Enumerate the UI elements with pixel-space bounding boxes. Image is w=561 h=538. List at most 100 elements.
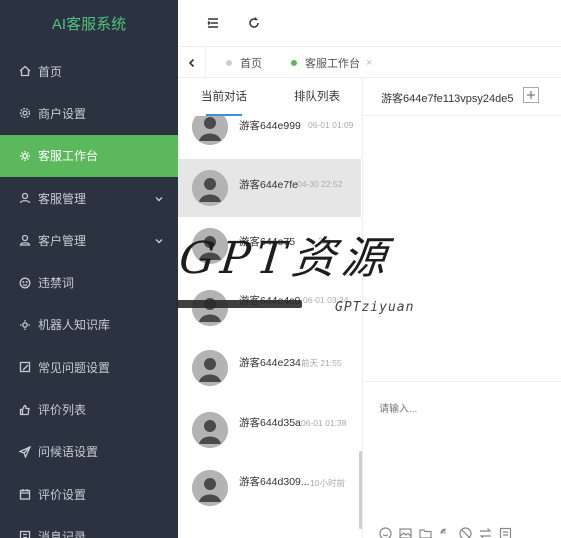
list-item[interactable]: 游客644e4c0 06-01 03:24 — [178, 279, 361, 337]
refresh-icon[interactable] — [245, 14, 263, 32]
chevron-down-icon — [154, 235, 164, 245]
conversation-panel: 当前对话 排队列表 游客644e999 06-01 01:09 游客644e7f… — [178, 78, 363, 538]
conversation-time: 10小时前 — [310, 478, 345, 488]
chat-messages — [363, 116, 561, 381]
sidebar-item-customer-management[interactable]: 客户管理 — [0, 219, 178, 261]
sidebar-item-label: 客户管理 — [38, 233, 87, 248]
sidebar-item-agent-management[interactable]: 客服管理 — [0, 177, 178, 219]
app-window: AI客服系统 首页 商户设置 客服工作台 客服管理 客户管理 违禁词 机器人知识… — [0, 0, 561, 538]
plus-icon — [527, 91, 535, 99]
conversation-scrollbar[interactable] — [359, 451, 362, 529]
settings-icon — [18, 106, 32, 120]
sidebar-item-message-records[interactable]: 消息记录 — [0, 515, 178, 538]
sidebar-item-label: 评价列表 — [38, 403, 87, 418]
sidebar-item-banned-words[interactable]: 违禁词 — [0, 261, 178, 303]
tab-status-dot — [291, 59, 297, 66]
faq-icon — [18, 360, 32, 374]
list-item[interactable]: 游客644d309... 10小时前 — [178, 459, 361, 517]
conversation-name: 游客644e4c0 — [239, 295, 301, 307]
avatar — [192, 470, 228, 506]
conversation-time: 06-01 01:38 — [301, 418, 347, 428]
sidebar-item-label: 消息记录 — [38, 529, 87, 538]
conversation-tabs: 当前对话 排队列表 — [178, 78, 362, 116]
sidebar-item-label: 评价设置 — [38, 487, 87, 502]
conversation-name: 游客644e75 — [239, 236, 296, 248]
tab-status-dot — [226, 59, 232, 66]
chat-toolbar — [379, 527, 513, 538]
avatar — [192, 350, 228, 386]
message-input[interactable] — [379, 400, 549, 500]
tab-workbench[interactable]: 客服工作台 × — [291, 47, 372, 78]
list-item[interactable]: 游客644d35a 06-01 01:38 — [178, 401, 361, 459]
tab-home[interactable]: 首页 — [226, 47, 262, 78]
conversation-time: 06-01 01:09 — [308, 120, 354, 130]
chevron-down-icon — [154, 193, 164, 203]
sidebar-item-home[interactable]: 首页 — [0, 50, 178, 92]
conversation-name: 游客644e999 — [239, 120, 301, 132]
add-button[interactable] — [523, 87, 539, 103]
thumbs-up-icon — [18, 403, 32, 417]
sidebar-menu: 首页 商户设置 客服工作台 客服管理 客户管理 违禁词 机器人知识库 常见问题设… — [0, 50, 178, 538]
list-item[interactable]: 游客644e234 前天 21:55 — [178, 339, 361, 397]
conversation-time: 前天 21:55 — [301, 358, 342, 368]
workbench-icon — [18, 149, 32, 163]
user-icon — [18, 191, 32, 205]
list-item[interactable]: 游客644e999 06-01 01:09 — [178, 116, 361, 156]
sidebar-item-review-settings[interactable]: 评价设置 — [0, 473, 178, 515]
tab-queue-list[interactable]: 排队列表 — [271, 78, 363, 116]
emoji-icon[interactable] — [379, 527, 393, 538]
voice-icon[interactable] — [439, 527, 453, 538]
sidebar-item-label: 常见问题设置 — [38, 360, 111, 375]
conversation-list: 游客644e999 06-01 01:09 游客644e7fe 04-30 22… — [178, 116, 363, 538]
note-icon[interactable] — [499, 527, 513, 538]
folder-icon[interactable] — [419, 527, 433, 538]
page-tabs-bar: 首页 客服工作台 × — [178, 47, 561, 78]
avatar — [192, 412, 228, 448]
sidebar-item-greeting-settings[interactable]: 问候语设置 — [0, 431, 178, 473]
conversation-time: 04-30 22:52 — [297, 179, 343, 189]
list-item[interactable]: 游客644e7fe 04-30 22:52 — [178, 159, 361, 217]
conversation-time: 06-01 03:24 — [303, 295, 349, 305]
smiley-icon — [18, 276, 32, 290]
sidebar-item-faq-settings[interactable]: 常见问题设置 — [0, 346, 178, 388]
brand-title: AI客服系统 — [51, 16, 127, 33]
list-item[interactable]: 游客644e75 22: — [178, 217, 361, 275]
chat-input-area — [363, 381, 561, 538]
tab-label: 客服工作台 — [305, 57, 360, 70]
sidebar-item-label: 机器人知识库 — [38, 318, 111, 333]
conversation-name: 游客644e234 — [239, 357, 301, 369]
chevron-left-icon — [188, 58, 194, 67]
sidebar-item-label: 客服管理 — [38, 191, 87, 206]
avatar — [192, 228, 228, 264]
sidebar-item-label: 客服工作台 — [38, 149, 99, 164]
avatar — [192, 116, 228, 145]
sidebar: AI客服系统 首页 商户设置 客服工作台 客服管理 客户管理 违禁词 机器人知识… — [0, 0, 178, 538]
sidebar-item-label: 商户设置 — [38, 106, 87, 121]
conversation-name: 游客644d309... — [239, 476, 310, 488]
close-icon[interactable]: × — [366, 57, 372, 69]
home-icon — [18, 64, 32, 78]
sidebar-item-label: 违禁词 — [38, 276, 75, 291]
sidebar-item-robot-knowledge[interactable]: 机器人知识库 — [0, 304, 178, 346]
menu-fold-icon[interactable] — [204, 14, 222, 32]
sidebar-item-label: 问候语设置 — [38, 445, 99, 460]
robot-icon — [18, 318, 32, 332]
avatar — [192, 290, 228, 326]
tabs-scroll-left-button[interactable] — [178, 47, 206, 78]
sidebar-item-workbench[interactable]: 客服工作台 — [0, 134, 178, 177]
avatar — [192, 170, 228, 206]
sidebar-item-merchant-settings[interactable]: 商户设置 — [0, 92, 178, 134]
sidebar-item-label: 首页 — [38, 64, 63, 79]
chat-title: 游客644e7fe113vpsy24de5 — [381, 93, 514, 105]
send-icon — [18, 445, 32, 459]
image-icon[interactable] — [399, 527, 413, 538]
tab-current-conversations[interactable]: 当前对话 — [178, 78, 270, 116]
tab-label: 首页 — [240, 57, 262, 70]
transfer-icon[interactable] — [479, 527, 493, 538]
customers-icon — [18, 233, 32, 247]
chat-header: 游客644e7fe113vpsy24de5 — [363, 78, 561, 116]
calendar-icon — [18, 487, 32, 501]
sidebar-item-review-list[interactable]: 评价列表 — [0, 388, 178, 430]
conversation-name: 游客644d35a — [239, 417, 301, 429]
block-icon[interactable] — [459, 527, 473, 538]
